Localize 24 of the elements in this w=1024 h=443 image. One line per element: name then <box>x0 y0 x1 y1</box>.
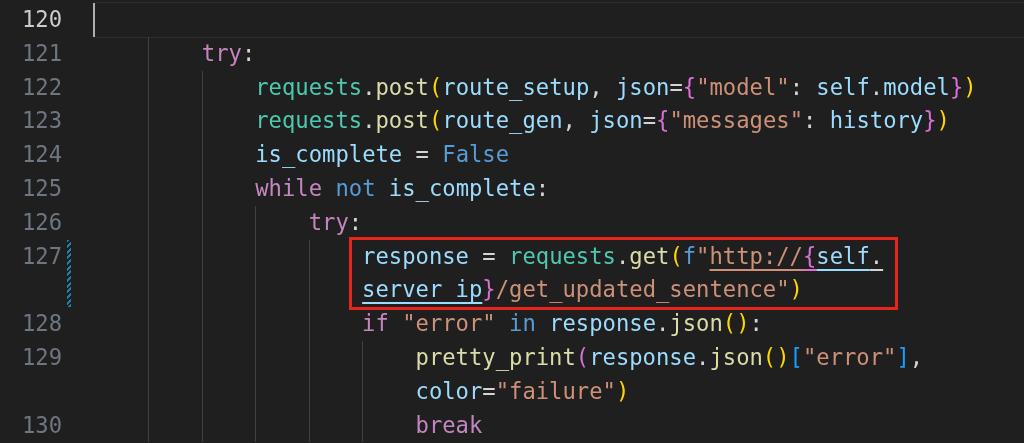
text-cursor <box>93 3 95 37</box>
code-line: requests.post(route_setup, json={"model": self.model}) <box>255 72 977 103</box>
line-number: 126 <box>20 207 62 237</box>
line-number: 129 <box>20 342 62 372</box>
line-number: 121 <box>20 38 62 68</box>
line-number: 120 <box>20 5 62 34</box>
code-line: while not is_complete: <box>255 174 550 204</box>
code-line: server_ip}/get_updated_sentence") <box>362 275 804 305</box>
code-line: color="failure") <box>415 376 631 406</box>
code-line: pretty_print(response.json()["error"], <box>415 342 924 373</box>
code-line: requests.post(route_gen, json={"messages": history}) <box>255 106 950 136</box>
line-number: 124 <box>20 140 62 170</box>
code-line: if "error" in response.json(): <box>362 309 763 339</box>
code-line: is_complete = False <box>255 140 510 170</box>
code-line: response = requests.get(f"http://{self. <box>362 241 884 271</box>
code-line: try: <box>201 38 256 68</box>
code-line: break <box>415 410 483 440</box>
line-number: 123 <box>20 106 62 136</box>
line-number: 127 <box>20 241 62 271</box>
line-number: 130 <box>20 410 62 440</box>
line-number: 125 <box>20 174 62 203</box>
line-number: 128 <box>20 309 62 339</box>
code-line: try: <box>308 207 363 237</box>
line-number: 122 <box>20 72 62 102</box>
